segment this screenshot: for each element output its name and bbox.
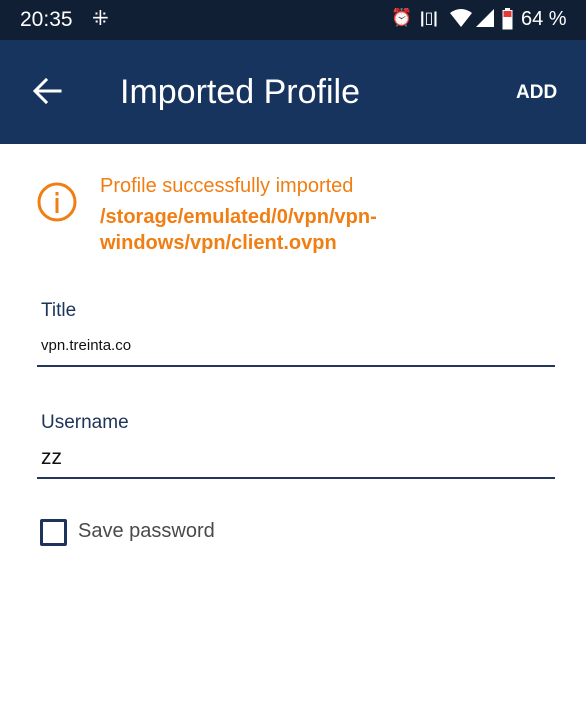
profile-file-path: /storage/emulated/0/vpn/vpn-windows/vpn/… bbox=[100, 206, 377, 254]
add-button[interactable]: ADD bbox=[516, 82, 557, 104]
import-success-message: Profile successfully imported bbox=[100, 175, 354, 197]
slack-icon: ⁜ bbox=[92, 8, 109, 30]
alarm-icon: ⏰ bbox=[391, 8, 413, 27]
signal-icon bbox=[476, 9, 494, 27]
app-bar: Imported Profile ADD bbox=[0, 40, 586, 144]
status-bar: 20:35 ⁜ ⏰ |▯| 64 % bbox=[0, 0, 586, 40]
title-input[interactable] bbox=[37, 332, 555, 367]
arrow-left-icon bbox=[32, 77, 62, 105]
back-button[interactable] bbox=[32, 76, 62, 106]
battery-percent: 64 % bbox=[521, 8, 567, 30]
save-password-checkbox[interactable] bbox=[40, 519, 67, 546]
username-label: Username bbox=[41, 412, 129, 433]
wifi-icon bbox=[450, 9, 472, 27]
username-input[interactable] bbox=[37, 445, 555, 479]
title-label: Title bbox=[41, 300, 77, 321]
battery-icon bbox=[502, 8, 513, 30]
page-title: Imported Profile bbox=[120, 73, 360, 111]
vibrate-icon: |▯| bbox=[420, 10, 438, 27]
status-time: 20:35 bbox=[20, 8, 73, 31]
info-icon bbox=[37, 182, 77, 222]
save-password-label[interactable]: Save password bbox=[78, 520, 215, 543]
